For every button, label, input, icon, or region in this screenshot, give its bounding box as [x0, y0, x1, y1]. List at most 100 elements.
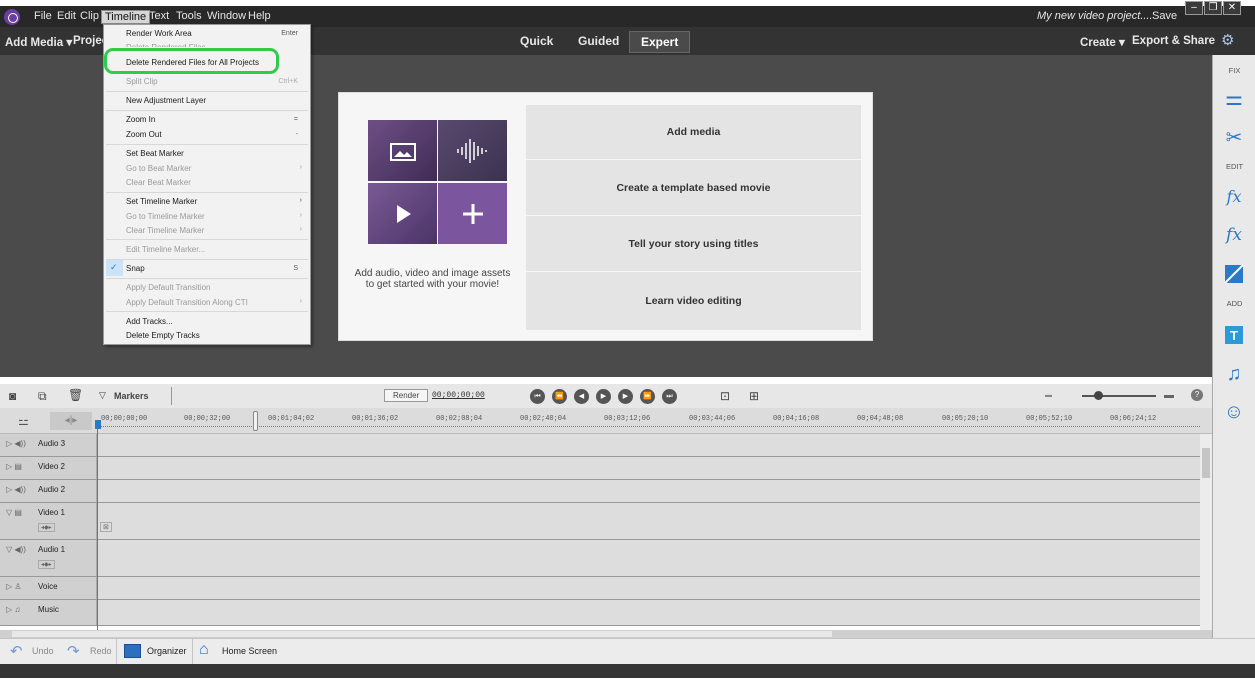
- menu-item-set-beat-marker[interactable]: Set Beat Marker: [126, 149, 184, 158]
- track-voice[interactable]: ▷ ♙ Voice: [0, 577, 1212, 600]
- tab-expert[interactable]: Expert: [629, 31, 691, 53]
- transitions-icon[interactable]: [1222, 262, 1246, 286]
- option-learn-editing[interactable]: Learn video editing: [526, 273, 861, 328]
- render-button[interactable]: Render: [384, 389, 429, 402]
- menu-item-set-timeline-marker[interactable]: Set Timeline Marker: [126, 197, 197, 206]
- minimize-button[interactable]: –: [1185, 1, 1203, 15]
- effects-icon[interactable]: fx: [1222, 223, 1246, 247]
- add-media-button[interactable]: Add Media ▾: [5, 35, 72, 49]
- work-area-handle[interactable]: [253, 411, 258, 431]
- menu-item-add-tracks[interactable]: Add Tracks...: [126, 317, 173, 326]
- track-area[interactable]: [98, 577, 1200, 599]
- snapshot-icon[interactable]: ⊡: [720, 389, 730, 403]
- track-audio-1[interactable]: ▽ ◀)) Audio 1 ◂◆▸: [0, 540, 1212, 577]
- markers-dropdown-icon[interactable]: ▽: [99, 390, 106, 401]
- menu-item-delete-empty-tracks[interactable]: Delete Empty Tracks: [126, 331, 200, 340]
- menu-item-apply-default-transition-cti[interactable]: Apply Default Transition Along CTI: [126, 298, 248, 307]
- home-screen-button[interactable]: Home Screen: [222, 646, 277, 656]
- track-area[interactable]: [98, 457, 1200, 479]
- track-area[interactable]: [98, 480, 1200, 502]
- expand-chevron-icon[interactable]: ▷ ▤: [6, 462, 22, 471]
- full-screen-icon[interactable]: ⊞: [749, 389, 759, 403]
- expand-chevron-icon[interactable]: ▷ ◀)): [6, 439, 26, 448]
- timeline-ruler[interactable]: ⚍ ◂|▸ 00;00;00;00 00;00;32;00 00;01;04;0…: [0, 408, 1212, 434]
- track-audio-2[interactable]: ▷ ◀)) Audio 2: [0, 480, 1212, 503]
- track-area[interactable]: [98, 434, 1200, 456]
- collapse-chevron-icon[interactable]: ▽ ◀)): [6, 545, 26, 554]
- menu-item-new-adjustment-layer[interactable]: New Adjustment Layer: [126, 96, 206, 105]
- expand-chevron-icon[interactable]: ▷ ◀)): [6, 485, 26, 494]
- tab-guided[interactable]: Guided: [567, 31, 630, 51]
- zoom-in-icon[interactable]: ▬: [1164, 390, 1174, 401]
- trash-icon[interactable]: 🗑: [68, 388, 83, 402]
- audio-mix-icon[interactable]: ◂|▸: [50, 412, 92, 430]
- scroll-thumb[interactable]: [12, 631, 832, 637]
- tab-quick[interactable]: Quick: [509, 31, 564, 51]
- go-to-end-icon[interactable]: ⏭: [662, 389, 677, 404]
- close-button[interactable]: ✕: [1223, 1, 1241, 15]
- menu-item-snap[interactable]: Snap: [126, 264, 145, 273]
- media-tiles[interactable]: [368, 120, 509, 245]
- menu-window[interactable]: Window: [207, 10, 246, 22]
- markers-menu[interactable]: Markers: [114, 391, 149, 401]
- play-button-icon[interactable]: ▶: [596, 389, 611, 404]
- track-video-1[interactable]: ▽ ▤ Video 1 ◂◆▸ ⊠: [0, 503, 1212, 540]
- zoom-out-icon[interactable]: ▬: [1045, 392, 1052, 399]
- undo-button[interactable]: Undo: [32, 646, 54, 656]
- menu-item-clear-beat-marker[interactable]: Clear Beat Marker: [126, 178, 191, 187]
- menu-item-render-work-area[interactable]: Render Work Area: [126, 29, 192, 38]
- camera-icon[interactable]: ◙: [9, 389, 16, 403]
- track-area[interactable]: ⊠: [98, 503, 1200, 539]
- current-timecode[interactable]: 00;00;00;00: [432, 391, 485, 400]
- redo-icon[interactable]: ↷: [67, 642, 80, 660]
- menu-clip[interactable]: Clip: [80, 10, 99, 22]
- menu-edit[interactable]: Edit: [57, 10, 76, 22]
- menu-timeline[interactable]: Timeline: [101, 10, 151, 24]
- step-forward-icon[interactable]: ▶: [618, 389, 633, 404]
- organizer-icon[interactable]: [124, 644, 141, 658]
- effects-brush-icon[interactable]: fx: [1222, 184, 1246, 208]
- playhead-handle[interactable]: [95, 420, 101, 429]
- menu-item-edit-timeline-marker[interactable]: Edit Timeline Marker...: [126, 245, 205, 254]
- menu-item-zoom-in[interactable]: Zoom In: [126, 115, 155, 124]
- redo-button[interactable]: Redo: [90, 646, 112, 656]
- next-edit-icon[interactable]: ⏩: [640, 389, 655, 404]
- copy-icon[interactable]: ⧉: [38, 389, 47, 404]
- track-options-icon[interactable]: ⚍: [18, 414, 29, 428]
- save-button[interactable]: Save: [1152, 10, 1177, 22]
- menu-file[interactable]: File: [34, 10, 52, 22]
- track-area[interactable]: [98, 540, 1200, 576]
- menu-item-apply-default-transition[interactable]: Apply Default Transition: [126, 283, 211, 292]
- track-music[interactable]: ▷ ♫ Music: [0, 600, 1212, 626]
- menu-item-zoom-out[interactable]: Zoom Out: [126, 130, 162, 139]
- scroll-thumb[interactable]: [1202, 448, 1210, 478]
- zoom-slider-handle[interactable]: [1094, 391, 1103, 400]
- go-to-start-icon[interactable]: ⏮: [530, 389, 545, 404]
- playhead[interactable]: [97, 420, 98, 632]
- previous-edit-icon[interactable]: ⏪: [552, 389, 567, 404]
- vertical-scrollbar[interactable]: [1200, 434, 1212, 630]
- menu-item-go-to-beat-marker[interactable]: Go to Beat Marker: [126, 164, 191, 173]
- graphics-smiley-icon[interactable]: ☺: [1222, 400, 1246, 424]
- audio-tile[interactable]: [438, 120, 507, 181]
- menu-item-clear-timeline-marker[interactable]: Clear Timeline Marker: [126, 226, 204, 235]
- option-titles[interactable]: Tell your story using titles: [526, 217, 861, 272]
- option-add-media[interactable]: Add media: [526, 105, 861, 160]
- undo-icon[interactable]: ↶: [10, 642, 23, 660]
- track-area[interactable]: [98, 600, 1200, 625]
- step-back-icon[interactable]: ◀: [574, 389, 589, 404]
- image-tile[interactable]: [368, 120, 437, 181]
- maximize-button[interactable]: ❐: [1204, 1, 1222, 15]
- horizontal-scrollbar[interactable]: [0, 630, 1212, 638]
- menu-help[interactable]: Help: [248, 10, 271, 22]
- menu-item-go-to-timeline-marker[interactable]: Go to Timeline Marker: [126, 212, 205, 221]
- help-icon[interactable]: ?: [1191, 389, 1203, 401]
- keyframe-nav-icon[interactable]: ◂◆▸: [38, 523, 55, 532]
- home-icon[interactable]: ⌂: [199, 641, 209, 659]
- track-audio-3[interactable]: ▷ ◀)) Audio 3: [0, 434, 1212, 457]
- organizer-button[interactable]: Organizer: [147, 646, 187, 656]
- gear-icon[interactable]: ⚙: [1221, 31, 1234, 49]
- export-share-button[interactable]: Export & Share: [1132, 35, 1215, 47]
- menu-item-split-clip[interactable]: Split Clip: [126, 77, 158, 86]
- music-icon[interactable]: ♫: [1222, 362, 1246, 386]
